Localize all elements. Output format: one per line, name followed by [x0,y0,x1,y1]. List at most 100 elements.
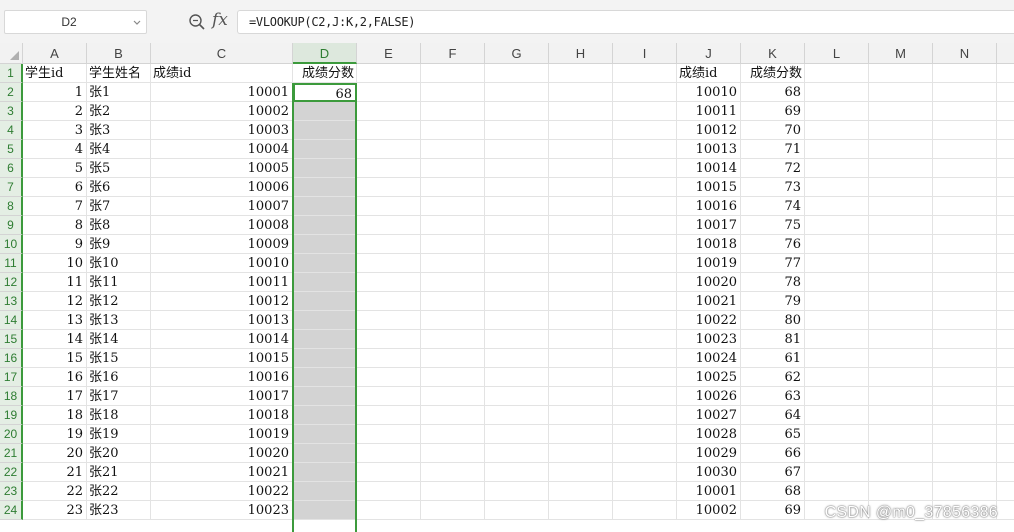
column-header-g[interactable]: G [485,43,549,64]
cell-e8[interactable] [357,197,421,216]
cell-n17[interactable] [933,368,997,387]
cell-j17[interactable]: 10025 [677,368,741,387]
cell-c3[interactable]: 10002 [151,102,293,121]
cell-d1[interactable]: 成绩分数 [293,64,357,83]
cell-g14[interactable] [485,311,549,330]
cell-m20[interactable] [869,425,933,444]
cell-e22[interactable] [357,463,421,482]
cell-g21[interactable] [485,444,549,463]
cell-f10[interactable] [421,235,485,254]
cell-j14[interactable]: 10022 [677,311,741,330]
cell-j22[interactable]: 10030 [677,463,741,482]
cell-d20[interactable] [293,425,357,444]
cell-i18[interactable] [613,387,677,406]
cell-m7[interactable] [869,178,933,197]
cell-i6[interactable] [613,159,677,178]
cell-n21[interactable] [933,444,997,463]
cell-b23[interactable]: 张22 [87,482,151,501]
row-header[interactable]: 15 [0,330,23,349]
cell-g6[interactable] [485,159,549,178]
cell-j10[interactable]: 10018 [677,235,741,254]
cell-b3[interactable]: 张2 [87,102,151,121]
cell-j16[interactable]: 10024 [677,349,741,368]
cell-n16[interactable] [933,349,997,368]
cell-k22[interactable]: 67 [741,463,805,482]
cell-k16[interactable]: 61 [741,349,805,368]
cell-f5[interactable] [421,140,485,159]
cell-n5[interactable] [933,140,997,159]
cell-d19[interactable] [293,406,357,425]
cell-b5[interactable]: 张4 [87,140,151,159]
cell-f4[interactable] [421,121,485,140]
cell-c11[interactable]: 10010 [151,254,293,273]
cell-f9[interactable] [421,216,485,235]
column-header-j[interactable]: J [677,43,741,64]
cell-m10[interactable] [869,235,933,254]
cell-a1[interactable]: 学生id [23,64,87,83]
cell-g18[interactable] [485,387,549,406]
cell-d16[interactable] [293,349,357,368]
cell-b7[interactable]: 张6 [87,178,151,197]
cell-d3[interactable] [293,102,357,121]
cell-m2[interactable] [869,83,933,102]
cell-a14[interactable]: 13 [23,311,87,330]
cell-m11[interactable] [869,254,933,273]
cell-b21[interactable]: 张20 [87,444,151,463]
cell-j15[interactable]: 10023 [677,330,741,349]
row-header[interactable]: 23 [0,482,23,501]
cell-a21[interactable]: 20 [23,444,87,463]
cell-k14[interactable]: 80 [741,311,805,330]
cell-a4[interactable]: 3 [23,121,87,140]
cell-n9[interactable] [933,216,997,235]
row-header[interactable]: 5 [0,140,23,159]
cell-j18[interactable]: 10026 [677,387,741,406]
cell-h23[interactable] [549,482,613,501]
cell-k17[interactable]: 62 [741,368,805,387]
cell-k20[interactable]: 65 [741,425,805,444]
cell-j4[interactable]: 10012 [677,121,741,140]
cell-b18[interactable]: 张17 [87,387,151,406]
cell-b10[interactable]: 张9 [87,235,151,254]
cell-f13[interactable] [421,292,485,311]
cell-c7[interactable]: 10006 [151,178,293,197]
cell-i2[interactable] [613,83,677,102]
cell-j12[interactable]: 10020 [677,273,741,292]
cell-j5[interactable]: 10013 [677,140,741,159]
row-header[interactable]: 12 [0,273,23,292]
cell-b15[interactable]: 张14 [87,330,151,349]
cell-j1[interactable]: 成绩id [677,64,741,83]
row-header[interactable]: 24 [0,501,23,520]
row-header[interactable]: 6 [0,159,23,178]
cell-e11[interactable] [357,254,421,273]
cell-f14[interactable] [421,311,485,330]
cell-b14[interactable]: 张13 [87,311,151,330]
cell-f22[interactable] [421,463,485,482]
cell-k7[interactable]: 73 [741,178,805,197]
cell-a19[interactable]: 18 [23,406,87,425]
cell-e21[interactable] [357,444,421,463]
cell-j11[interactable]: 10019 [677,254,741,273]
cell-n12[interactable] [933,273,997,292]
row-header[interactable]: 17 [0,368,23,387]
cell-m18[interactable] [869,387,933,406]
cell-e5[interactable] [357,140,421,159]
column-header-f[interactable]: F [421,43,485,64]
cell-h15[interactable] [549,330,613,349]
cell-l22[interactable] [805,463,869,482]
cell-n15[interactable] [933,330,997,349]
cell-f20[interactable] [421,425,485,444]
row-header[interactable]: 16 [0,349,23,368]
cell-c18[interactable]: 10017 [151,387,293,406]
chevron-down-icon[interactable] [132,16,142,28]
cell-l1[interactable] [805,64,869,83]
cell-l19[interactable] [805,406,869,425]
cell-h10[interactable] [549,235,613,254]
cell-k4[interactable]: 70 [741,121,805,140]
cell-n3[interactable] [933,102,997,121]
cell-c22[interactable]: 10021 [151,463,293,482]
cell-a12[interactable]: 11 [23,273,87,292]
cell-n6[interactable] [933,159,997,178]
cell-l10[interactable] [805,235,869,254]
cell-d12[interactable] [293,273,357,292]
cell-k23[interactable]: 68 [741,482,805,501]
